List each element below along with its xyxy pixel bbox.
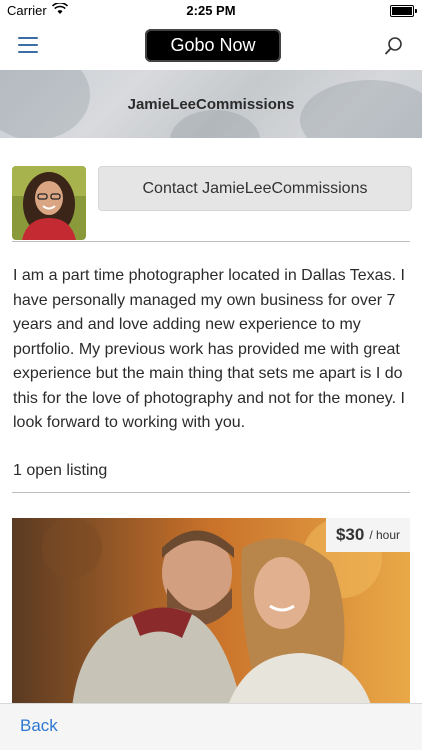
listing-card[interactable]: $30 / hour <box>12 518 410 708</box>
bottom-bar: Back <box>0 703 422 750</box>
listings-count: 1 open listing <box>13 462 108 479</box>
banner-decoration <box>170 110 260 138</box>
hamburger-menu-icon[interactable] <box>18 37 38 53</box>
divider <box>12 492 410 493</box>
avatar-photo <box>12 166 86 240</box>
avatar <box>12 166 86 240</box>
listing-price-unit: / hour <box>369 528 400 542</box>
battery-icon <box>390 5 417 17</box>
bio-text: I am a part time photographer located in… <box>13 267 405 431</box>
search-icon[interactable] <box>384 36 404 56</box>
status-bar: Carrier 2:25 PM <box>0 0 422 22</box>
gobo-now-logo[interactable]: Gobo Now <box>145 29 281 62</box>
profile-banner: JamieLeeCommissions <box>0 70 422 138</box>
back-button[interactable]: Back <box>20 716 58 736</box>
profile-title: JamieLeeCommissions <box>127 96 295 113</box>
listing-price: $30 <box>335 525 365 544</box>
nav-bar: Gobo Now <box>0 22 422 70</box>
profile-row: Contact JamieLeeCommissions <box>12 166 412 242</box>
divider <box>12 241 410 242</box>
clock: 2:25 PM <box>186 3 236 18</box>
contact-button[interactable]: Contact JamieLeeCommissions <box>98 166 412 211</box>
price-tag: $30 / hour <box>325 518 410 552</box>
